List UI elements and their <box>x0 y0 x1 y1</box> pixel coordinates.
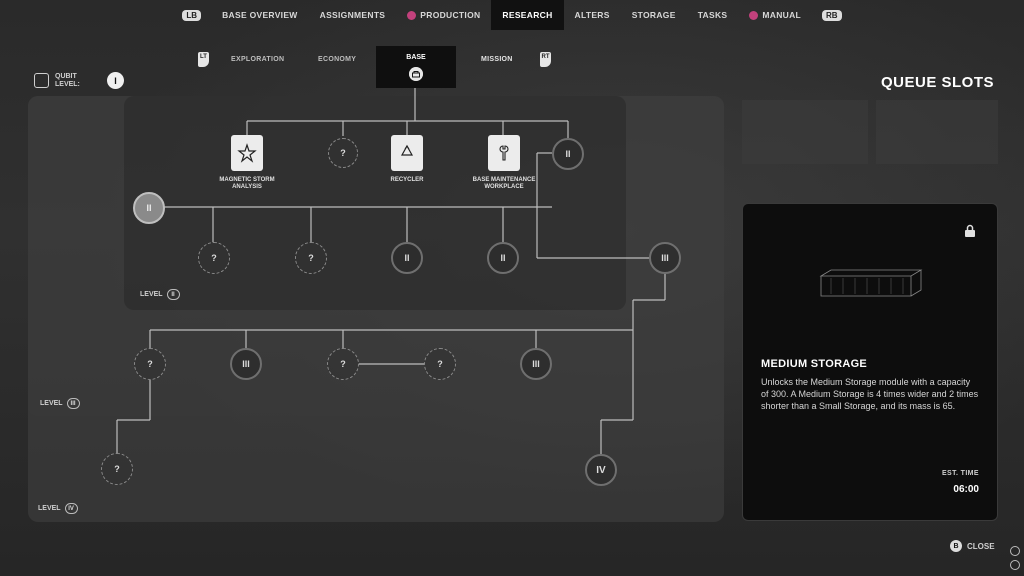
level-2-gate-node[interactable]: II <box>552 138 584 170</box>
medium-storage-preview-icon <box>819 269 923 297</box>
level-4-label: LEVEL IV <box>38 503 78 514</box>
lock-icon <box>965 224 975 237</box>
research-base-maintenance-workplace[interactable] <box>488 135 520 171</box>
level-2-gate-node-selected[interactable]: II <box>133 192 165 224</box>
unknown-research-node[interactable]: ? <box>424 348 456 380</box>
research-magnetic-storm-analysis[interactable] <box>231 135 263 171</box>
unknown-research-node[interactable]: ? <box>134 348 166 380</box>
unknown-research-node[interactable]: ? <box>327 348 359 380</box>
level-4-gate-node[interactable]: IV <box>585 454 617 486</box>
level-3-gate-node[interactable]: III <box>520 348 552 380</box>
research-recycler[interactable] <box>391 135 423 171</box>
level-3-gate-node[interactable]: III <box>649 242 681 274</box>
card-caption: MAGNETIC STORM ANALYSIS <box>219 177 275 190</box>
settings-icon[interactable] <box>1010 546 1020 556</box>
est-time-value: 06:00 <box>953 484 979 495</box>
level-3-gate-node[interactable]: III <box>230 348 262 380</box>
unknown-research-node[interactable]: ? <box>198 242 230 274</box>
est-time-label: EST. TIME <box>941 470 979 477</box>
unknown-research-node[interactable]: ? <box>328 138 358 168</box>
card-caption: RECYCLER <box>390 177 424 183</box>
b-button-icon: B <box>950 540 962 552</box>
research-description: Unlocks the Medium Storage module with a… <box>761 377 979 411</box>
unknown-research-node[interactable]: ? <box>101 453 133 485</box>
help-icon[interactable] <box>1010 560 1020 570</box>
card-caption: BASE MAINTENANCE WORKPLACE <box>472 177 536 190</box>
research-title: MEDIUM STORAGE <box>761 358 868 370</box>
unknown-research-node[interactable]: ? <box>295 242 327 274</box>
recycle-icon <box>400 144 414 156</box>
corner-controls <box>1010 546 1020 570</box>
level-2-label: LEVEL II <box>140 289 180 300</box>
level-2-gate-node[interactable]: II <box>391 242 423 274</box>
close-button[interactable]: B CLOSE <box>950 540 995 552</box>
level-2-gate-node[interactable]: II <box>487 242 519 274</box>
level-3-label: LEVEL III <box>40 398 80 409</box>
research-info-card: MEDIUM STORAGE Unlocks the Medium Storag… <box>742 203 998 521</box>
wrench-icon <box>499 145 509 161</box>
storm-star-icon <box>237 143 257 163</box>
